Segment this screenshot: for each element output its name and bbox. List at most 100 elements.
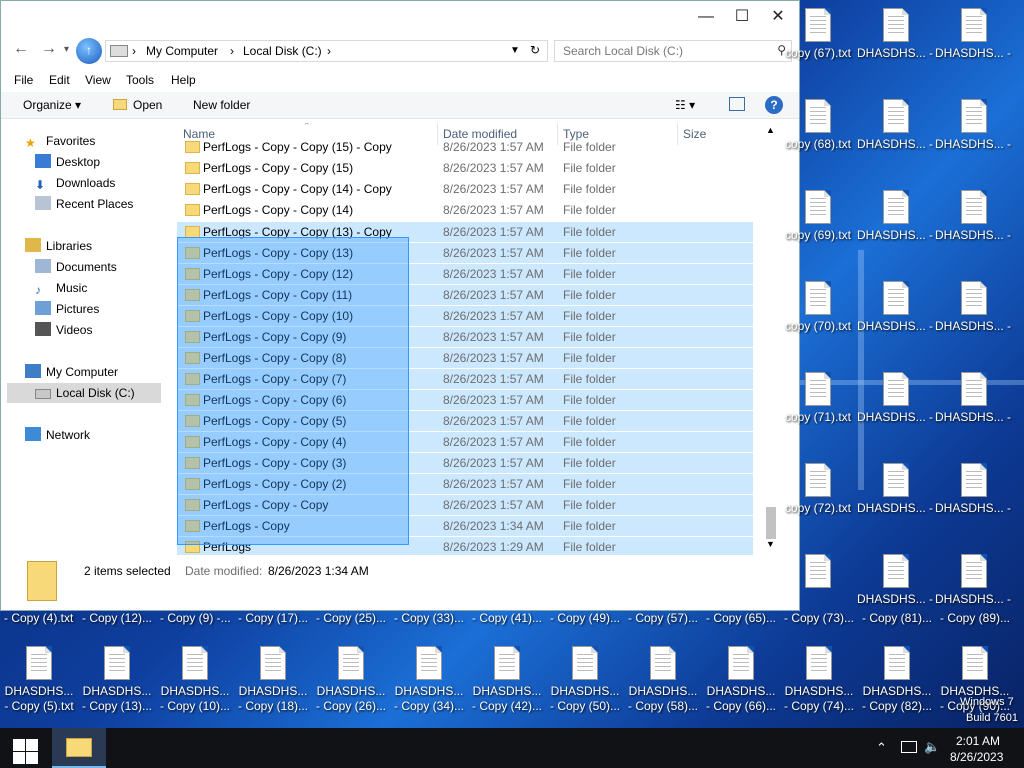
desktop-file-icon[interactable]: DHASDHS... - Copy (86)...: [935, 281, 1013, 371]
scroll-up-icon[interactable]: ▲: [766, 125, 775, 135]
file-row[interactable]: PerfLogs - Copy - Copy (14) 8/26/2023 1:5…: [177, 200, 753, 221]
desktop-file-icon[interactable]: copy (69).txt: [779, 190, 857, 280]
file-row[interactable]: PerfLogs - Copy - Copy (15) 8/26/2023 1:5…: [177, 158, 753, 179]
nav-recent-places[interactable]: Recent Places: [35, 194, 133, 214]
nav-music[interactable]: ♪ Music: [35, 278, 87, 298]
nav-desktop[interactable]: Desktop: [35, 152, 100, 172]
search-input[interactable]: Search Local Disk (C:) ⚲: [554, 40, 792, 62]
desktop-file-icon[interactable]: DHASDHS... - Copy (79)...: [857, 372, 935, 462]
desktop-file-icon[interactable]: DHASDHS... - Copy (74)...: [780, 646, 858, 736]
desktop-file-icon[interactable]: DHASDHS... - Copy (50)...: [546, 646, 624, 736]
menu-help[interactable]: Help: [171, 73, 196, 87]
desktop-icon-label[interactable]: - Copy (89)...: [940, 611, 1010, 625]
desktop-file-icon[interactable]: DHASDHS... - Copy (26)...: [312, 646, 390, 736]
text-document-icon: [961, 554, 987, 588]
desktop-icon-label[interactable]: - Copy (17)...: [238, 611, 308, 625]
taskbar-file-explorer[interactable]: [52, 728, 106, 768]
desktop-icon-label[interactable]: - Copy (12)...: [82, 611, 152, 625]
desktop-icon-label[interactable]: - Copy (25)...: [316, 611, 386, 625]
desktop-file-icon[interactable]: copy (70).txt: [779, 281, 857, 371]
desktop-icon-label[interactable]: - Copy (33)...: [394, 611, 464, 625]
desktop-file-icon[interactable]: DHASDHS... - Copy (77)...: [857, 190, 935, 280]
clock-time[interactable]: 2:01 AM: [956, 734, 1000, 748]
organize-button[interactable]: Organize ▾: [23, 98, 81, 112]
desktop-icon-label[interactable]: - Copy (9) -...: [160, 611, 231, 625]
desktop-file-icon[interactable]: DHASDHS... - Copy (18)...: [234, 646, 312, 736]
minimize-button[interactable]: —: [688, 1, 724, 33]
forward-arrow-icon[interactable]: →: [41, 40, 57, 58]
desktop-file-icon[interactable]: copy (72).txt: [779, 463, 857, 553]
maximize-button[interactable]: ☐: [724, 1, 760, 33]
menu-edit[interactable]: Edit: [49, 73, 70, 87]
show-hidden-icons-icon[interactable]: ⌃: [876, 740, 887, 756]
back-arrow-icon[interactable]: ←: [13, 40, 29, 58]
file-row[interactable]: PerfLogs - Copy - Copy (15) - Copy 8/26/2…: [177, 137, 753, 158]
desktop-icon-label[interactable]: - Copy (4).txt: [4, 611, 73, 625]
desktop-file-icon[interactable]: DHASDHS... - Copy (5).txt: [0, 646, 78, 736]
desktop-file-icon[interactable]: DHASDHS... - Copy (76)...: [857, 99, 935, 189]
menu-tools[interactable]: Tools: [126, 73, 154, 87]
start-button[interactable]: [0, 728, 50, 768]
clock-date[interactable]: 8/26/2023: [950, 750, 1003, 764]
desktop-icon-label[interactable]: - Copy (41)...: [472, 611, 542, 625]
desktop-icon-label: DHASDHS...: [160, 684, 230, 698]
refresh-icon[interactable]: ↻: [530, 43, 540, 57]
desktop-file-icon[interactable]: DHASDHS... - Copy (58)...: [624, 646, 702, 736]
address-dropdown-icon[interactable]: ▼: [510, 45, 520, 56]
desktop-file-icon[interactable]: DHASDHS... - Copy (89)...: [935, 554, 1013, 644]
nav-pictures[interactable]: Pictures: [35, 299, 99, 319]
desktop-icon-label[interactable]: - Copy (65)...: [706, 611, 776, 625]
vertical-scrollbar[interactable]: ▲ ▼: [763, 123, 779, 555]
nav-libraries[interactable]: Libraries: [25, 236, 92, 256]
volume-muted-icon[interactable]: 🔈: [924, 739, 940, 755]
breadcrumb-local-disk[interactable]: Local Disk (C:): [243, 44, 322, 58]
nav-network[interactable]: Network: [25, 425, 90, 445]
scroll-down-icon[interactable]: ▼: [766, 539, 775, 549]
desktop-file-icon[interactable]: DHASDHS... - Copy (87)...: [935, 372, 1013, 462]
nav-documents[interactable]: Documents: [35, 257, 117, 277]
desktop-file-icon[interactable]: DHASDHS... - Copy (88)...: [935, 463, 1013, 553]
address-bar[interactable]: › My Computer › Local Disk (C:) › ▼ ↻: [105, 40, 548, 62]
desktop-file-icon[interactable]: DHASDHS... - Copy (81)...: [857, 554, 935, 644]
desktop-file-icon[interactable]: DHASDHS... - Copy (84)...: [935, 99, 1013, 189]
desktop-icon-label[interactable]: - Copy (49)...: [550, 611, 620, 625]
nav-downloads[interactable]: ⬇ Downloads: [35, 173, 115, 193]
desktop-file-icon[interactable]: DHASDHS... - Copy (80)...: [857, 463, 935, 553]
desktop-file-icon[interactable]: [779, 554, 857, 644]
desktop-file-icon[interactable]: DHASDHS... - Copy (78)...: [857, 281, 935, 371]
recent-locations-chevron-icon[interactable]: ▾: [64, 44, 69, 55]
network-tray-icon[interactable]: [901, 741, 917, 753]
desktop-file-icon[interactable]: DHASDHS... - Copy (42)...: [468, 646, 546, 736]
breadcrumb-my-computer[interactable]: My Computer: [146, 44, 218, 58]
desktop-icon-label[interactable]: - Copy (81)...: [862, 611, 932, 625]
scrollbar-thumb[interactable]: [766, 507, 776, 539]
nav-favorites[interactable]: ★ Favorites: [25, 131, 95, 151]
desktop-icon-label[interactable]: - Copy (73)...: [784, 611, 854, 625]
desktop-file-icon[interactable]: DHASDHS... - Copy (10)...: [156, 646, 234, 736]
desktop-file-icon[interactable]: DHASDHS... - Copy (83)...: [935, 8, 1013, 98]
desktop-file-icon[interactable]: DHASDHS... - Copy (13)...: [78, 646, 156, 736]
desktop-icon-label[interactable]: - Copy (57)...: [628, 611, 698, 625]
desktop-file-icon[interactable]: DHASDHS... - Copy (82)...: [858, 646, 936, 736]
desktop-file-icon[interactable]: DHASDHS... - Copy (34)...: [390, 646, 468, 736]
desktop-file-icon[interactable]: copy (67).txt: [779, 8, 857, 98]
text-document-icon: [805, 8, 831, 42]
view-options-icon[interactable]: ☷ ▾: [675, 98, 695, 112]
nav-videos[interactable]: Videos: [35, 320, 92, 340]
desktop-file-icon[interactable]: copy (71).txt: [779, 372, 857, 462]
desktop-file-icon[interactable]: copy (68).txt: [779, 99, 857, 189]
menu-file[interactable]: File: [14, 73, 33, 87]
menu-view[interactable]: View: [85, 73, 111, 87]
title-bar[interactable]: — ☐ ✕: [1, 1, 799, 35]
open-button[interactable]: Open: [113, 98, 162, 112]
nav-local-disk[interactable]: Local Disk (C:): [7, 383, 161, 403]
file-date: 8/26/2023 1:57 AM: [443, 414, 544, 428]
desktop-file-icon[interactable]: DHASDHS... - Copy (85)...: [935, 190, 1013, 280]
file-row[interactable]: PerfLogs - Copy - Copy (14) - Copy 8/26/2…: [177, 179, 753, 200]
desktop-file-icon[interactable]: DHASDHS... - Copy (75)...: [857, 8, 935, 98]
up-arrow-icon[interactable]: ↑: [76, 38, 102, 64]
new-folder-button[interactable]: New folder: [193, 98, 250, 112]
nav-my-computer[interactable]: My Computer: [25, 362, 118, 382]
desktop-file-icon[interactable]: DHASDHS... - Copy (66)...: [702, 646, 780, 736]
preview-pane-icon[interactable]: [729, 97, 745, 111]
